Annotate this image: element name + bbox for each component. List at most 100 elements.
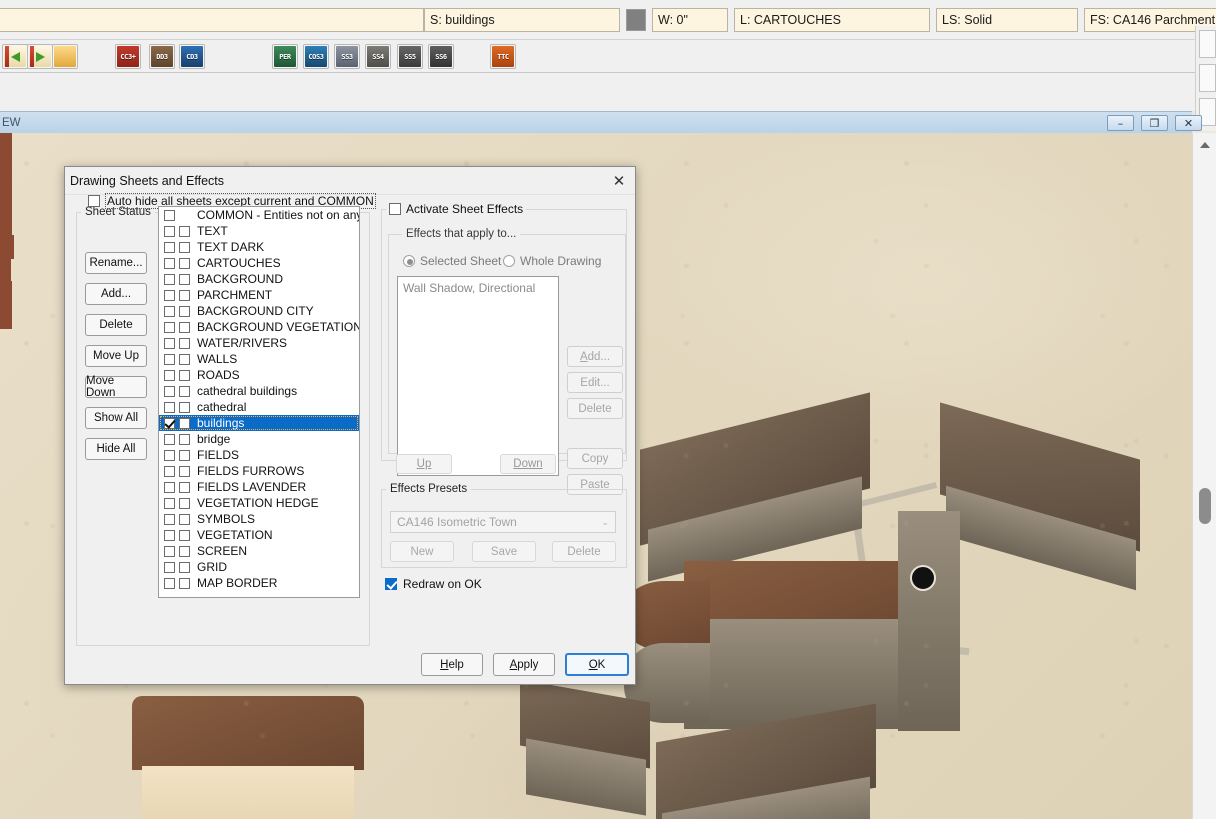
sheet-visible-checkbox[interactable] (164, 369, 175, 381)
sheet-list-item[interactable]: BACKGROUND CITY (159, 303, 359, 319)
sheet-list-item[interactable]: MAP BORDER (159, 575, 359, 591)
preset-select[interactable]: CA146 Isometric Town ⌄ (390, 511, 616, 533)
radio-whole-drawing-dot[interactable] (503, 255, 515, 267)
apply-button[interactable]: Apply (493, 653, 555, 676)
sheet-effects-checkbox[interactable] (179, 417, 190, 429)
sheet-list-item[interactable]: CARTOUCHES (159, 255, 359, 271)
status-field-sheet[interactable]: S: buildings (424, 8, 620, 32)
open-prev-icon[interactable] (2, 44, 28, 69)
activate-sheet-effects-checkbox[interactable] (389, 203, 401, 215)
sheet-list-item[interactable]: ROADS (159, 367, 359, 383)
radio-selected-sheet-dot[interactable] (403, 255, 415, 267)
activate-sheet-effects-row[interactable]: Activate Sheet Effects (386, 202, 527, 216)
sheet-list-item[interactable]: BACKGROUND (159, 271, 359, 287)
sheet-visible-checkbox[interactable] (164, 353, 175, 365)
sheet-list[interactable]: COMMON - Entities not on any TEXT TEXT DAR… (158, 206, 360, 598)
sheet-visible-checkbox[interactable] (164, 321, 175, 333)
move-up-button[interactable]: Move Up (85, 345, 147, 367)
hide-all-button[interactable]: Hide All (85, 438, 147, 460)
effect-up-button[interactable]: Up (396, 454, 452, 474)
effect-copy-button[interactable]: Copy (567, 448, 623, 469)
sheet-visible-checkbox[interactable] (164, 305, 175, 317)
preset-new-button[interactable]: New (390, 541, 454, 562)
status-field-width[interactable]: W: 0" (652, 8, 728, 32)
sheet-effects-checkbox[interactable] (179, 225, 190, 237)
status-field-linestyle[interactable]: LS: Solid (936, 8, 1078, 32)
sheet-list-item[interactable]: WALLS (159, 351, 359, 367)
sheet-list-item[interactable]: SCREEN (159, 543, 359, 559)
restore-button[interactable]: ❐ (1141, 115, 1168, 131)
radio-selected-sheet[interactable]: Selected Sheet (403, 254, 501, 268)
sheet-visible-checkbox[interactable] (164, 545, 175, 557)
ss5-icon[interactable]: SS5 (397, 44, 423, 69)
sheet-effects-checkbox[interactable] (179, 369, 190, 381)
vertical-scrollbar[interactable] (1192, 133, 1216, 819)
sheet-effects-checkbox[interactable] (179, 545, 190, 557)
auto-hide-checkbox[interactable] (88, 195, 100, 207)
sheet-visible-checkbox[interactable] (164, 385, 175, 397)
cd3-icon[interactable]: CD3 (179, 44, 205, 69)
sheet-effects-checkbox[interactable] (179, 577, 190, 589)
sheet-list-item[interactable]: TEXT DARK (159, 239, 359, 255)
sheet-visible-checkbox[interactable] (164, 225, 175, 237)
ss4-icon[interactable]: SS4 (365, 44, 391, 69)
sheet-visible-checkbox[interactable] (164, 561, 175, 573)
show-all-button[interactable]: Show All (85, 407, 147, 429)
ss6-icon[interactable]: SS6 (428, 44, 454, 69)
effects-list-item[interactable]: Wall Shadow, Directional (403, 281, 553, 295)
sheet-effects-checkbox[interactable] (179, 465, 190, 477)
sheet-effects-checkbox[interactable] (179, 561, 190, 573)
dd3-icon[interactable]: DD3 (149, 44, 175, 69)
sheet-list-item[interactable]: cathedral buildings (159, 383, 359, 399)
ttc-icon[interactable]: TTC (490, 44, 516, 69)
sheet-visible-checkbox[interactable] (164, 481, 175, 493)
sheet-visible-checkbox[interactable] (164, 241, 175, 253)
sheet-effects-checkbox[interactable] (179, 289, 190, 301)
sheet-list-item[interactable]: cathedral (159, 399, 359, 415)
rename-button[interactable]: Rename... (85, 252, 147, 274)
sheet-list-item[interactable]: FIELDS (159, 447, 359, 463)
right-tool-icon[interactable] (1199, 64, 1216, 92)
sheet-list-item[interactable]: GRID (159, 559, 359, 575)
effect-add-button[interactable]: AAdd...dd... (567, 346, 623, 367)
sheet-effects-checkbox[interactable] (179, 257, 190, 269)
sheet-visible-checkbox[interactable] (164, 209, 175, 221)
browse-folder-icon[interactable] (52, 44, 78, 69)
sheet-effects-checkbox[interactable] (179, 433, 190, 445)
sheet-effects-checkbox[interactable] (179, 513, 190, 525)
sheet-visible-checkbox[interactable] (164, 337, 175, 349)
sheet-effects-checkbox[interactable] (179, 321, 190, 333)
sheet-visible-checkbox[interactable] (164, 417, 175, 429)
sheet-list-item[interactable]: BACKGROUND VEGETATION (159, 319, 359, 335)
delete-sheet-button[interactable]: Delete (85, 314, 147, 336)
ss3-icon[interactable]: SS3 (334, 44, 360, 69)
status-field-layer[interactable]: L: CARTOUCHES (734, 8, 930, 32)
radio-whole-drawing[interactable]: Whole Drawing (503, 254, 601, 268)
sheet-list-item[interactable]: buildings (159, 415, 359, 431)
sheet-effects-checkbox[interactable] (179, 497, 190, 509)
sheet-visible-checkbox[interactable] (164, 465, 175, 477)
sheet-list-item[interactable]: FIELDS FURROWS (159, 463, 359, 479)
status-field-blank[interactable] (0, 8, 424, 32)
ok-button[interactable]: OK (565, 653, 629, 676)
preset-delete-button[interactable]: Delete (552, 541, 616, 562)
sheet-effects-checkbox[interactable] (179, 305, 190, 317)
scroll-up-arrow-icon[interactable] (1196, 137, 1214, 153)
sheet-visible-checkbox[interactable] (164, 257, 175, 269)
close-icon[interactable]: ✕ (607, 170, 631, 192)
sheet-visible-checkbox[interactable] (164, 289, 175, 301)
preset-save-button[interactable]: Save (472, 541, 536, 562)
close-button[interactable]: ✕ (1175, 115, 1202, 131)
sheet-effects-checkbox[interactable] (179, 353, 190, 365)
help-button[interactable]: Help (421, 653, 483, 676)
sheet-list-item[interactable]: SYMBOLS (159, 511, 359, 527)
sheet-visible-checkbox[interactable] (164, 449, 175, 461)
sheet-visible-checkbox[interactable] (164, 273, 175, 285)
sheet-visible-checkbox[interactable] (164, 401, 175, 413)
sheet-effects-checkbox[interactable] (179, 337, 190, 349)
sheet-effects-checkbox[interactable] (179, 273, 190, 285)
sheet-effects-checkbox[interactable] (179, 481, 190, 493)
effects-list[interactable]: Wall Shadow, Directional (397, 276, 559, 476)
sheet-list-item[interactable]: COMMON - Entities not on any (159, 207, 359, 223)
sheet-visible-checkbox[interactable] (164, 529, 175, 541)
